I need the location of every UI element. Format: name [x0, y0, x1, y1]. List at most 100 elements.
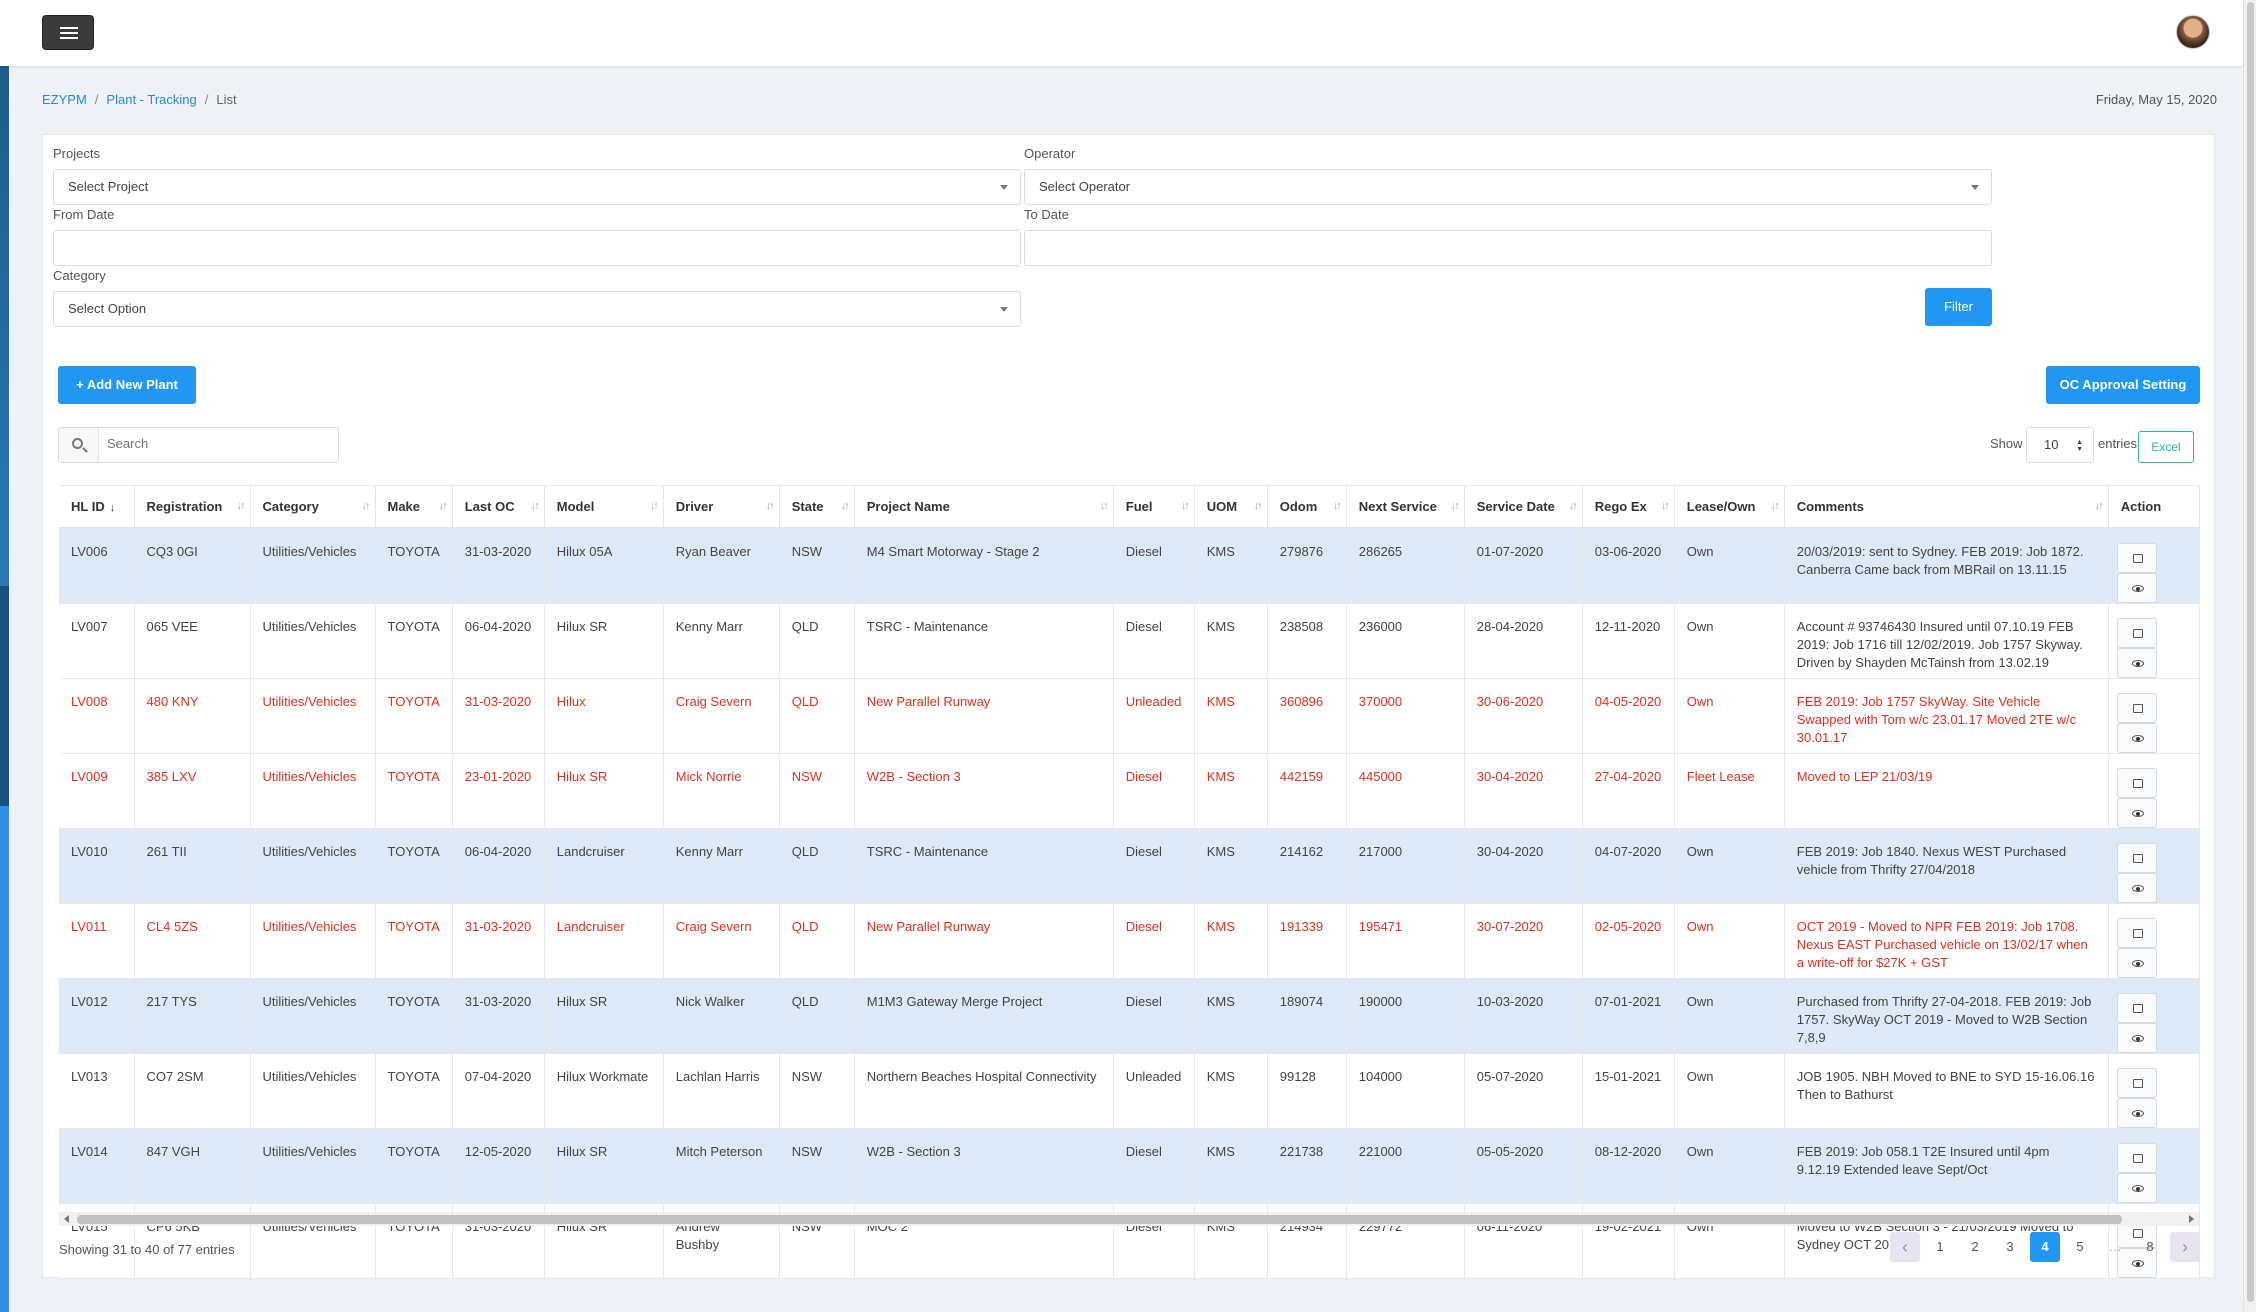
edit-button[interactable]	[2116, 992, 2157, 1023]
cell-action	[2108, 1128, 2200, 1204]
page-length-select[interactable]: 10 ▲ ▼	[2026, 427, 2094, 463]
cell-odom: 238508	[1267, 603, 1347, 679]
cell-comments: FEB 2019: Job 1840. Nexus WEST Purchased…	[1784, 828, 2109, 904]
cell-hl-id: LV007	[59, 603, 135, 679]
column-header-fuel[interactable]: Fuel ↓↑	[1113, 485, 1195, 529]
column-header-hl-id[interactable]: HL ID ↓	[59, 485, 135, 529]
cell-rego-ex: 27-04-2020	[1582, 753, 1675, 829]
projects-select[interactable]: Select Project	[53, 169, 1021, 205]
edit-button[interactable]	[2116, 1067, 2157, 1098]
column-header-action: Action	[2108, 485, 2200, 529]
column-header-service-date[interactable]: Service Date ↓↑	[1464, 485, 1583, 529]
column-header-state[interactable]: State ↓↑	[779, 485, 855, 529]
column-header-last-oc[interactable]: Last OC ↓↑	[452, 485, 545, 529]
menu-toggle-button[interactable]	[42, 15, 94, 50]
cell-service-date: 28-04-2020	[1464, 603, 1583, 679]
oc-approval-setting-button[interactable]: OC Approval Setting	[2046, 366, 2200, 404]
view-button[interactable]	[2116, 572, 2157, 603]
column-header-uom[interactable]: UOM ↓↑	[1194, 485, 1268, 529]
edit-button[interactable]	[2116, 842, 2157, 873]
table-row[interactable]: LV014 847 VGH Utilities/Vehicles TOYOTA 12-0…	[59, 1128, 2200, 1204]
cell-action	[2108, 753, 2200, 829]
view-button[interactable]	[2116, 1022, 2157, 1052]
view-button[interactable]	[2116, 872, 2157, 902]
column-header-model[interactable]: Model ↓↑	[544, 485, 664, 529]
page-scrollbar[interactable]	[2243, 0, 2256, 1312]
breadcrumb-ezypm[interactable]: EZYPM	[42, 92, 87, 107]
cell-uom: KMS	[1194, 527, 1268, 604]
table-row[interactable]: LV010 261 TII Utilities/Vehicles TOYOTA 06-0…	[59, 828, 2200, 904]
view-button[interactable]	[2116, 647, 2157, 677]
view-button[interactable]	[2116, 947, 2157, 977]
table-row[interactable]: LV008 480 KNY Utilities/Vehicles TOYOTA 31-0…	[59, 678, 2200, 754]
edit-button[interactable]	[2116, 1142, 2157, 1173]
column-header-lease-own[interactable]: Lease/Own ↓↑	[1674, 485, 1785, 529]
cell-rego-ex: 08-12-2020	[1582, 1128, 1675, 1204]
view-button[interactable]	[2116, 797, 2157, 827]
cell-uom: KMS	[1194, 603, 1268, 679]
edit-button[interactable]	[2116, 692, 2157, 723]
column-header-next-service[interactable]: Next Service ↓↑	[1346, 485, 1465, 529]
cell-state: NSW	[779, 753, 855, 829]
excel-export-button[interactable]: Excel	[2138, 431, 2194, 463]
sort-icon: ↓	[109, 501, 115, 514]
table-row[interactable]: LV012 217 TYS Utilities/Vehicles TOYOTA 31-0…	[59, 978, 2200, 1054]
to-date-input[interactable]	[1024, 230, 1992, 266]
from-date-input[interactable]	[53, 230, 1021, 266]
cell-state: QLD	[779, 978, 855, 1054]
view-button[interactable]	[2116, 1097, 2157, 1127]
operator-select[interactable]: Select Operator	[1024, 169, 1992, 205]
category-select[interactable]: Select Option	[53, 291, 1021, 327]
table-horizontal-scrollbar[interactable]	[59, 1212, 2199, 1226]
pagination-page-2[interactable]: 2	[1960, 1232, 1990, 1262]
cell-state: QLD	[779, 678, 855, 754]
column-header-odom[interactable]: Odom ↓↑	[1267, 485, 1347, 529]
cell-action	[2108, 678, 2200, 754]
cell-registration: 385 LXV	[134, 753, 251, 829]
edit-button[interactable]	[2116, 617, 2157, 648]
pagination-page-5[interactable]: 5	[2065, 1232, 2095, 1262]
filter-button[interactable]: Filter	[1925, 288, 1992, 326]
pagination-page-8[interactable]: 8	[2135, 1232, 2165, 1262]
pagination-prev-button[interactable]: ‹	[1890, 1232, 1920, 1262]
pagination-page-1[interactable]: 1	[1925, 1232, 1955, 1262]
cell-next-service: 370000	[1346, 678, 1465, 754]
table-row[interactable]: LV011 CL4 5ZS Utilities/Vehicles TOYOTA 31-0…	[59, 903, 2200, 979]
pagination-page-4[interactable]: 4	[2030, 1232, 2060, 1262]
scroll-left-icon[interactable]	[64, 1215, 69, 1223]
search-input[interactable]	[107, 436, 327, 451]
view-button[interactable]	[2116, 722, 2157, 752]
cell-registration: 261 TII	[134, 828, 251, 904]
cell-category: Utilities/Vehicles	[250, 978, 376, 1054]
pagination-next-button[interactable]: ›	[2170, 1232, 2200, 1262]
cell-make: TOYOTA	[375, 903, 453, 979]
table-row[interactable]: LV009 385 LXV Utilities/Vehicles TOYOTA 23-0…	[59, 753, 2200, 829]
column-header-category[interactable]: Category ↓↑	[250, 485, 376, 529]
column-header-rego-ex[interactable]: Rego Ex ↓↑	[1582, 485, 1675, 529]
add-new-plant-button[interactable]: + Add New Plant	[58, 366, 196, 404]
cell-next-service: 195471	[1346, 903, 1465, 979]
column-header-make[interactable]: Make ↓↑	[375, 485, 453, 529]
view-button[interactable]	[2116, 1172, 2157, 1202]
cell-comments: Moved to LEP 21/03/19	[1784, 753, 2109, 829]
breadcrumb-plant-tracking[interactable]: Plant - Tracking	[106, 92, 196, 107]
table-row[interactable]: LV007 065 VEE Utilities/Vehicles TOYOTA 06-0…	[59, 603, 2200, 679]
column-header-driver[interactable]: Driver ↓↑	[663, 485, 780, 529]
cell-driver: Nick Walker	[663, 978, 780, 1054]
edit-button[interactable]	[2116, 542, 2157, 573]
table-row[interactable]: LV006 CQ3 0GI Utilities/Vehicles TOYOTA 31-0…	[59, 527, 2200, 604]
edit-button[interactable]	[2116, 767, 2157, 798]
column-header-project-name[interactable]: Project Name ↓↑	[854, 485, 1114, 529]
edit-button[interactable]	[2116, 917, 2157, 948]
cell-category: Utilities/Vehicles	[250, 753, 376, 829]
scroll-right-icon[interactable]	[2189, 1215, 2194, 1223]
pagination-page-3[interactable]: 3	[1995, 1232, 2025, 1262]
cell-state: QLD	[779, 603, 855, 679]
column-header-registration[interactable]: Registration ↓↑	[134, 485, 251, 529]
cell-next-service: 104000	[1346, 1053, 1465, 1129]
cell-model: Hilux SR	[544, 753, 664, 829]
table-row[interactable]: LV013 CO7 2SM Utilities/Vehicles TOYOTA 07-0…	[59, 1053, 2200, 1129]
column-header-comments[interactable]: Comments ↓↑	[1784, 485, 2109, 529]
cell-model: Hilux 05A	[544, 527, 664, 604]
user-avatar[interactable]	[2176, 15, 2210, 49]
